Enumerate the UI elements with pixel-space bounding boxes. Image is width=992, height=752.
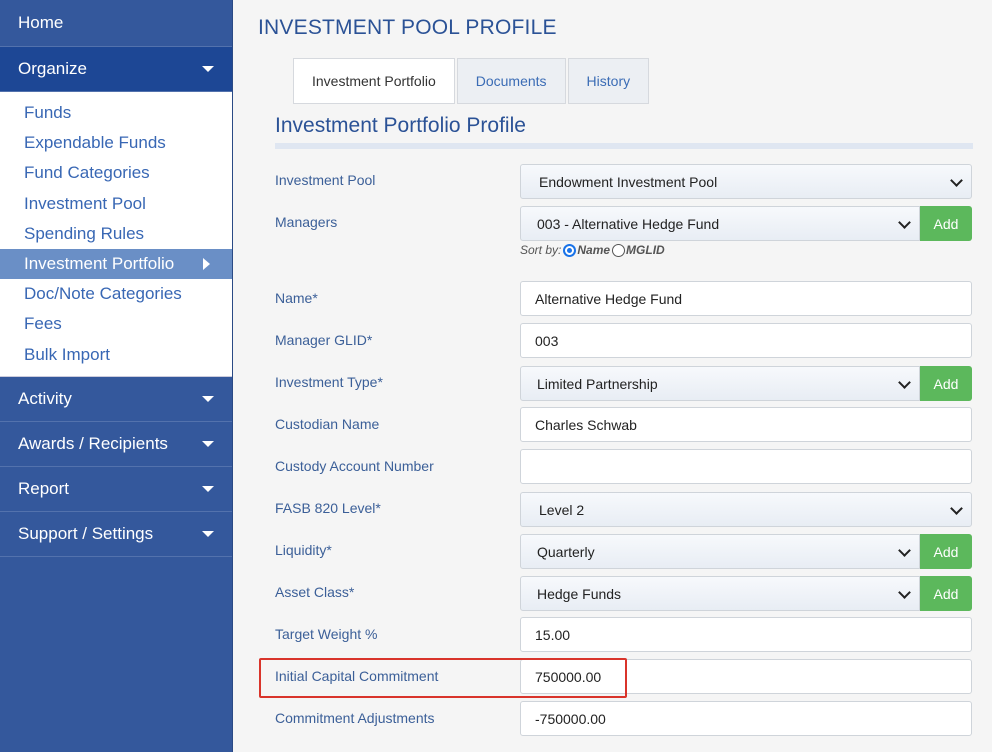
sidebar-item-doc-note-categories[interactable]: Doc/Note Categories [0,279,232,309]
nav-home[interactable]: Home [0,0,232,47]
section-title: Investment Portfolio Profile [275,114,526,137]
liquidity-label: Liquidity* [275,542,332,558]
sidebar: Home Organize Funds Expendable Funds Fun… [0,0,233,752]
tab-investment-portfolio[interactable]: Investment Portfolio [293,58,455,104]
add-investment-type-button[interactable]: Add [920,366,972,401]
sort-by-name-label: Name [577,243,611,257]
investment-type-value: Limited Partnership [537,375,658,392]
custody-account-number-input[interactable] [520,449,972,484]
sidebar-item-label: Doc/Note Categories [24,284,182,304]
chevron-right-icon [203,258,210,271]
nav-awards-label: Awards / Recipients [18,433,168,453]
sidebar-item-label: Funds [24,103,72,123]
manager-glid-value: 003 [535,332,559,349]
managers-label: Managers [275,214,338,230]
investment-pool-value: Endowment Investment Pool [539,173,718,190]
commitment-adjustments-label: Commitment Adjustments [275,710,435,726]
nav-report-label: Report [18,478,70,498]
nav-awards-recipients[interactable]: Awards / Recipients [0,421,232,467]
sidebar-item-investment-portfolio[interactable]: Investment Portfolio [0,248,232,280]
highlight-box [259,658,627,698]
tab-documents[interactable]: Documents [456,58,566,104]
chevron-down-icon [202,440,214,447]
sort-by-mglid-radio[interactable] [612,243,626,257]
asset-class-value: Hedge Funds [537,585,622,602]
managers-value: 003 - Alternative Hedge Fund [537,215,720,232]
sidebar-item-investment-pool[interactable]: Investment Pool [0,189,232,219]
chevron-down-icon [898,544,911,557]
chevron-down-icon [950,174,963,187]
chevron-down-icon [898,376,911,389]
sidebar-item-label: Fees [24,314,62,334]
asset-class-select[interactable]: Hedge Funds [520,576,920,611]
sidebar-item-expendable-funds[interactable]: Expendable Funds [0,128,232,158]
nav-activity[interactable]: Activity [0,376,232,422]
name-label: Name* [275,290,318,306]
sidebar-item-label: Investment Pool [24,193,146,213]
name-input[interactable]: Alternative Hedge Fund [520,281,972,316]
sidebar-item-spending-rules[interactable]: Spending Rules [0,219,232,249]
commitment-adjustments-value: -750000.00 [535,710,606,727]
tab-history[interactable]: History [567,58,650,104]
chevron-down-icon [202,485,214,492]
page-title: INVESTMENT POOL PROFILE [258,16,557,39]
custodian-name-value: Charles Schwab [535,416,637,433]
add-liquidity-button[interactable]: Add [920,534,972,569]
liquidity-value: Quarterly [537,543,595,560]
tab-bar: Investment Portfolio Documents History [293,58,651,104]
sidebar-item-label: Spending Rules [24,223,145,243]
chevron-down-icon [202,395,214,402]
sidebar-item-label: Fund Categories [24,163,150,183]
liquidity-select[interactable]: Quarterly [520,534,920,569]
asset-class-label: Asset Class* [275,584,355,600]
target-weight-value: 15.00 [535,626,571,643]
nav-activity-label: Activity [18,388,72,408]
add-manager-button[interactable]: Add [920,206,972,241]
sidebar-item-label: Expendable Funds [24,133,166,153]
sort-by-mglid-label: MGLID [626,243,665,257]
manager-glid-input[interactable]: 003 [520,323,972,358]
sidebar-item-label: Investment Portfolio [24,254,175,274]
investment-pool-select[interactable]: Endowment Investment Pool [520,164,972,199]
investment-type-label: Investment Type* [275,374,383,390]
sidebar-item-bulk-import[interactable]: Bulk Import [0,340,232,370]
nav-support-label: Support / Settings [18,523,154,543]
manager-glid-label: Manager GLID* [275,332,373,348]
add-asset-class-button[interactable]: Add [920,576,972,611]
sort-by-label: Sort by: [520,243,562,257]
section-divider [275,143,973,149]
managers-select[interactable]: 003 - Alternative Hedge Fund [520,206,920,241]
commitment-adjustments-input[interactable]: -750000.00 [520,701,972,736]
investment-pool-label: Investment Pool [275,172,376,188]
main-content: INVESTMENT POOL PROFILE Investment Portf… [233,0,992,752]
chevron-down-icon [950,502,963,515]
chevron-down-icon [202,66,214,72]
sort-by-control: Sort by: Name MGLID [520,243,665,257]
fasb-level-select[interactable]: Level 2 [520,492,972,527]
custodian-name-input[interactable]: Charles Schwab [520,407,972,442]
fasb-level-value: Level 2 [539,501,585,518]
sidebar-item-fund-categories[interactable]: Fund Categories [0,158,232,188]
nav-organize[interactable]: Organize [0,47,232,92]
target-weight-input[interactable]: 15.00 [520,617,972,652]
sort-by-name-radio[interactable] [563,243,577,257]
organize-submenu: Funds Expendable Funds Fund Categories I… [0,92,232,377]
target-weight-label: Target Weight % [275,626,378,642]
nav-home-label: Home [18,13,64,32]
investment-type-select[interactable]: Limited Partnership [520,366,920,401]
sidebar-item-funds[interactable]: Funds [0,98,232,128]
nav-support-settings[interactable]: Support / Settings [0,511,232,557]
chevron-down-icon [898,216,911,229]
name-value: Alternative Hedge Fund [535,290,683,307]
chevron-down-icon [898,586,911,599]
custody-account-number-label: Custody Account Number [275,458,434,474]
chevron-down-icon [202,530,214,537]
nav-organize-label: Organize [18,59,87,78]
nav-report[interactable]: Report [0,466,232,512]
sidebar-item-fees[interactable]: Fees [0,309,232,339]
sidebar-item-label: Bulk Import [24,344,110,364]
fasb-level-label: FASB 820 Level* [275,500,381,516]
custodian-name-label: Custodian Name [275,416,380,432]
